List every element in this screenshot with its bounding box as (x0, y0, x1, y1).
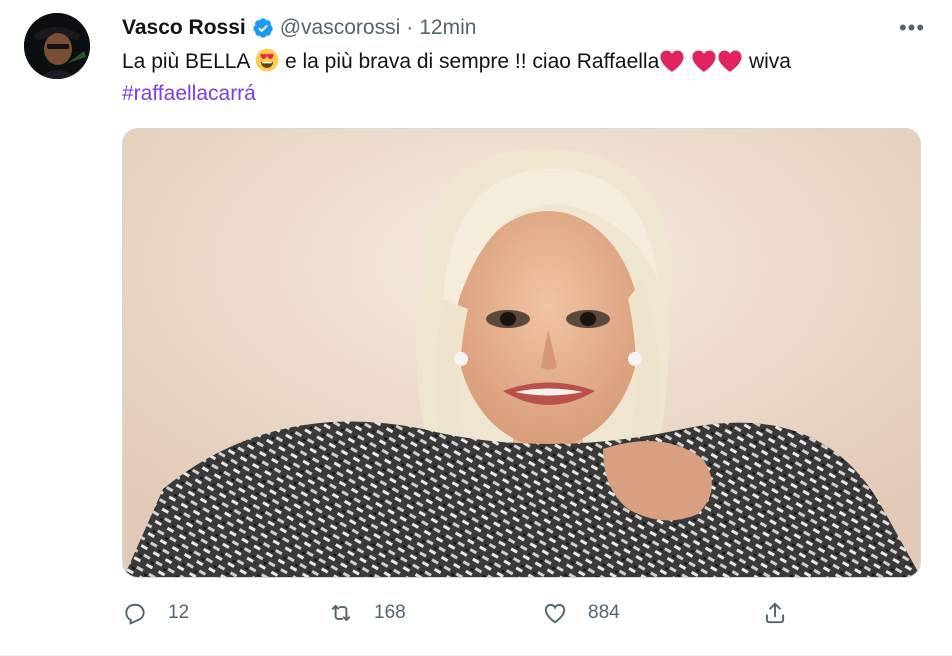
share-button[interactable] (762, 596, 788, 630)
reply-count: 12 (168, 602, 190, 623)
verified-badge-icon (253, 18, 273, 38)
share-icon (765, 602, 785, 624)
retweet-count: 168 (374, 602, 406, 623)
author-name[interactable]: Vasco Rossi (122, 16, 246, 40)
more-options-icon[interactable]: ••• (898, 14, 926, 42)
like-button[interactable]: 884 (542, 596, 620, 630)
tweet-media-photo[interactable] (122, 128, 921, 578)
heart-outline-icon (544, 603, 566, 624)
tweet-timestamp[interactable]: 12min (419, 16, 476, 40)
author-avatar[interactable] (24, 13, 90, 79)
photo-of-woman-in-feather-boa (123, 129, 920, 577)
tweet[interactable]: Vasco Rossi @vascorossi · 12min ••• La p… (0, 0, 952, 656)
author-handle[interactable]: @vascorossi (280, 16, 401, 40)
like-count: 884 (588, 602, 620, 623)
header-separator: · (406, 16, 414, 39)
retweet-button[interactable]: 168 (328, 596, 406, 630)
hashtag-link[interactable]: #raffaellacarrá (122, 82, 256, 105)
retweet-icon (331, 604, 351, 622)
tweet-header: Vasco Rossi @vascorossi · 12min (122, 14, 476, 42)
tweet-text-part: wiva (743, 50, 791, 73)
tweet-text-part: e la più brava di sempre !! ciao Raffael… (279, 50, 660, 73)
tweet-actions: 12 168 884 (122, 596, 922, 630)
red-heart-icon (660, 50, 684, 72)
red-heart-icon (692, 50, 716, 72)
reply-icon (125, 603, 145, 625)
tweet-text-part: La più BELLA (122, 50, 256, 73)
tweet-text: La più BELLA e la più brava di sempre !!… (122, 46, 932, 110)
heart-eyes-emoji-icon (255, 48, 279, 72)
red-heart-icon (718, 50, 742, 72)
reply-button[interactable]: 12 (122, 596, 189, 630)
